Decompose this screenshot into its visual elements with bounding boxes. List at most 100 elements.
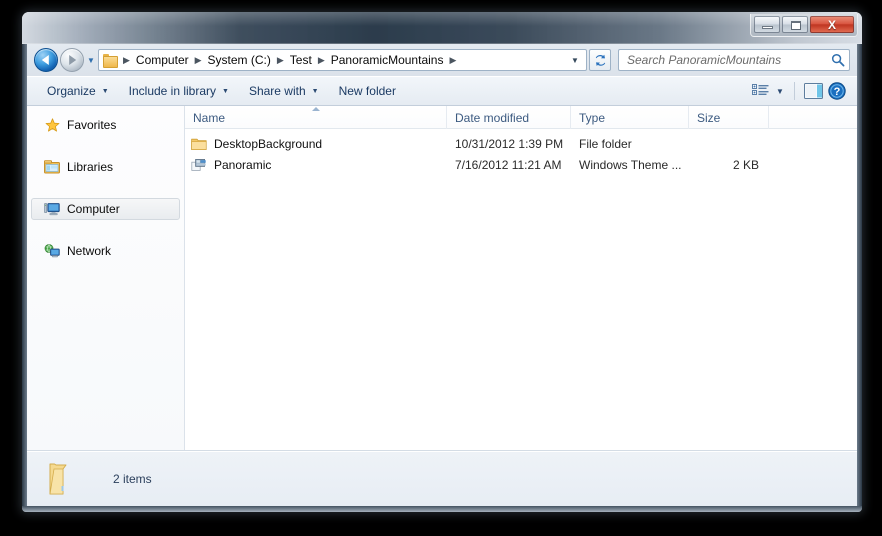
organize-button[interactable]: Organize ▼: [37, 80, 119, 102]
include-in-library-button[interactable]: Include in library ▼: [119, 80, 239, 102]
forward-arrow-icon: [69, 55, 77, 65]
title-bar[interactable]: X: [22, 12, 862, 44]
status-text: 2 items: [113, 472, 152, 486]
breadcrumb-separator: ▶: [449, 54, 457, 65]
computer-icon: [44, 201, 60, 217]
forward-button[interactable]: [60, 48, 84, 72]
status-bar: 2 items: [27, 451, 857, 506]
minimize-icon: [762, 26, 773, 29]
toolbar: Organize ▼ Include in library ▼ Share wi…: [27, 76, 857, 106]
cell-type: Windows Theme ...: [579, 157, 682, 172]
desktop-background: X ▼ ▶ Computer ▶ System (C:) ▶ Test ▶ Pa…: [0, 0, 882, 536]
libraries-icon: [44, 159, 60, 175]
search-icon[interactable]: [831, 53, 845, 67]
maximize-button[interactable]: [782, 16, 808, 33]
folder-icon: [191, 136, 207, 152]
window-controls: X: [750, 14, 858, 37]
chevron-down-icon: ▼: [311, 87, 319, 95]
breadcrumb-separator: ▶: [276, 54, 284, 65]
cell-name[interactable]: DesktopBackground: [185, 133, 447, 154]
column-header-label: Type: [579, 110, 606, 125]
column-header-type[interactable]: Type: [571, 106, 689, 129]
file-name: Panoramic: [214, 157, 272, 172]
column-header-size[interactable]: Size: [689, 106, 769, 129]
column-headers: Name Date modified Type Size: [185, 106, 857, 129]
sidebar-item-label: Computer: [67, 202, 120, 216]
address-bar: ▼ ▶ Computer ▶ System (C:) ▶ Test ▶ Pano…: [27, 44, 857, 76]
sidebar-item-label: Network: [67, 244, 112, 258]
sidebar-item-favorites[interactable]: Favorites: [31, 114, 180, 136]
help-icon: ?: [828, 82, 846, 100]
organize-label: Organize: [47, 84, 96, 98]
preview-pane-icon: [803, 83, 823, 99]
view-mode-button[interactable]: [748, 80, 772, 102]
file-name: DesktopBackground: [214, 136, 323, 151]
chevron-down-icon[interactable]: ▼: [566, 56, 584, 65]
back-arrow-icon: [41, 55, 49, 65]
maximize-icon: [791, 21, 801, 30]
table-row[interactable]: Panoramic 7/16/2012 11:21 AM Windows The…: [185, 154, 857, 175]
cell-date-modified: 10/31/2012 1:39 PM: [455, 136, 564, 151]
chevron-down-icon: ▼: [101, 87, 109, 95]
explorer-body: Favorites Libraries Computer Network Nam…: [27, 106, 857, 451]
breadcrumb-separator: ▶: [194, 54, 202, 65]
chevron-down-icon: ▼: [222, 87, 229, 95]
open-folder-icon: [41, 460, 93, 498]
search-box[interactable]: [618, 49, 850, 71]
sidebar-item-network[interactable]: Network: [31, 240, 180, 262]
cell-size: [689, 133, 769, 154]
column-header-label: Size: [697, 110, 721, 125]
table-row[interactable]: DesktopBackground 10/31/2012 1:39 PM Fil…: [185, 133, 857, 154]
include-in-library-label: Include in library: [128, 84, 217, 98]
star-icon: [44, 117, 60, 133]
view-mode-dropdown[interactable]: ▼: [772, 80, 788, 102]
chevron-down-icon: ▼: [776, 86, 784, 96]
back-button[interactable]: [34, 48, 58, 72]
sidebar-item-libraries[interactable]: Libraries: [31, 156, 180, 178]
column-header-date-modified[interactable]: Date modified: [447, 106, 571, 129]
new-folder-label: New folder: [338, 84, 396, 98]
window-content: ▼ ▶ Computer ▶ System (C:) ▶ Test ▶ Pano…: [27, 44, 857, 506]
breadcrumb-item-system-c[interactable]: System (C:): [205, 51, 274, 69]
window-border-bottom: [22, 506, 862, 512]
column-header-label: Date modified: [455, 110, 530, 125]
search-input[interactable]: [625, 52, 831, 68]
cell-size: 2 KB: [732, 157, 759, 172]
breadcrumb-item-computer[interactable]: Computer: [133, 51, 192, 69]
sidebar-item-computer[interactable]: Computer: [31, 198, 180, 220]
explorer-window: X ▼ ▶ Computer ▶ System (C:) ▶ Test ▶ Pa…: [22, 12, 862, 512]
network-icon: [44, 243, 60, 259]
cell-type: File folder: [579, 136, 632, 151]
refresh-button[interactable]: [589, 49, 611, 71]
breadcrumb-separator: ▶: [317, 54, 325, 65]
cell-name[interactable]: Panoramic: [185, 154, 447, 175]
cell-date-modified: 7/16/2012 11:21 AM: [455, 157, 562, 172]
close-button[interactable]: X: [810, 16, 854, 33]
breadcrumb-separator: ▶: [123, 54, 130, 65]
theme-file-icon: [191, 157, 207, 173]
share-with-label: Share with: [248, 84, 306, 98]
breadcrumb-item-panoramicmountains[interactable]: PanoramicMountains: [328, 51, 447, 69]
folder-icon: [102, 53, 118, 68]
help-button[interactable]: ?: [825, 80, 849, 102]
breadcrumb[interactable]: ▶ Computer ▶ System (C:) ▶ Test ▶ Panora…: [98, 49, 587, 71]
navigation-pane: Favorites Libraries Computer Network: [27, 106, 185, 450]
sidebar-item-label: Favorites: [67, 118, 117, 132]
sidebar-item-label: Libraries: [67, 160, 114, 174]
minimize-button[interactable]: [754, 16, 780, 33]
share-with-button[interactable]: Share with ▼: [239, 80, 329, 102]
column-header-label: Name: [193, 110, 226, 125]
window-border-right: [857, 44, 862, 506]
new-folder-button[interactable]: New folder: [329, 80, 406, 102]
history-dropdown-button[interactable]: ▼: [84, 56, 98, 65]
column-header-name[interactable]: Name: [185, 106, 447, 129]
toolbar-separator: [794, 82, 795, 100]
close-icon: X: [827, 18, 836, 32]
file-rows: DesktopBackground 10/31/2012 1:39 PM Fil…: [185, 129, 857, 175]
preview-pane-button[interactable]: [801, 80, 825, 102]
svg-text:?: ?: [834, 86, 841, 98]
view-list-icon: [751, 84, 768, 95]
breadcrumb-item-test[interactable]: Test: [287, 51, 315, 69]
refresh-icon: [595, 54, 605, 66]
file-list-pane: Name Date modified Type Size DesktopBack…: [185, 106, 857, 450]
